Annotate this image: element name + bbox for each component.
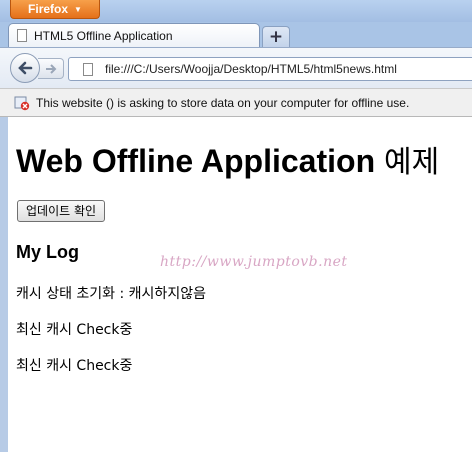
page-icon <box>17 29 27 42</box>
firefox-menu-label: Firefox <box>28 2 69 16</box>
update-check-button[interactable]: 업데이트 확인 <box>17 200 106 222</box>
page-title-suffix: 예제 <box>384 145 440 180</box>
tab-html5-offline[interactable]: HTML5 Offline Application <box>8 23 260 47</box>
window-titlebar: Firefox ▼ <box>0 0 472 22</box>
page-title-text: Web Offline Application <box>16 143 376 179</box>
tab-title: HTML5 Offline Application <box>34 28 173 43</box>
log-heading: My Log <box>16 242 79 262</box>
window-frame-left <box>0 117 8 452</box>
chevron-down-icon: ▼ <box>74 4 82 14</box>
log-line: 최신 캐시 Check중 <box>16 358 133 374</box>
plus-icon: + <box>268 27 284 47</box>
storage-warning-icon <box>14 96 30 110</box>
page-icon <box>83 62 93 76</box>
log-line: 캐시 상태 초기화 : 캐시하지않음 <box>16 286 206 302</box>
watermark: http://www.jumptovb.net <box>160 254 348 270</box>
firefox-menu-button[interactable]: Firefox ▼ <box>10 0 100 19</box>
tab-strip: HTML5 Offline Application + <box>0 22 472 47</box>
url-bar[interactable]: file:///C:/Users/Woojja/Desktop/HTML5/ht… <box>68 57 472 81</box>
new-tab-button[interactable]: + <box>262 26 290 47</box>
back-button[interactable] <box>10 53 40 83</box>
url-text[interactable]: file:///C:/Users/Woojja/Desktop/HTML5/ht… <box>105 62 397 76</box>
page-title: Web Offline Application 예제 <box>16 137 439 181</box>
forward-arrow-icon <box>45 63 56 74</box>
forward-button[interactable] <box>38 58 64 79</box>
page-content: Web Offline Application 예제 업데이트 확인 My Lo… <box>8 117 472 452</box>
notification-text: This website () is asking to store data … <box>36 95 410 110</box>
back-arrow-icon <box>18 61 33 75</box>
log-line: 최신 캐시 Check중 <box>16 322 133 338</box>
offline-storage-notification: This website () is asking to store data … <box>0 88 472 117</box>
navigation-bar: file:///C:/Users/Woojja/Desktop/HTML5/ht… <box>0 47 472 88</box>
